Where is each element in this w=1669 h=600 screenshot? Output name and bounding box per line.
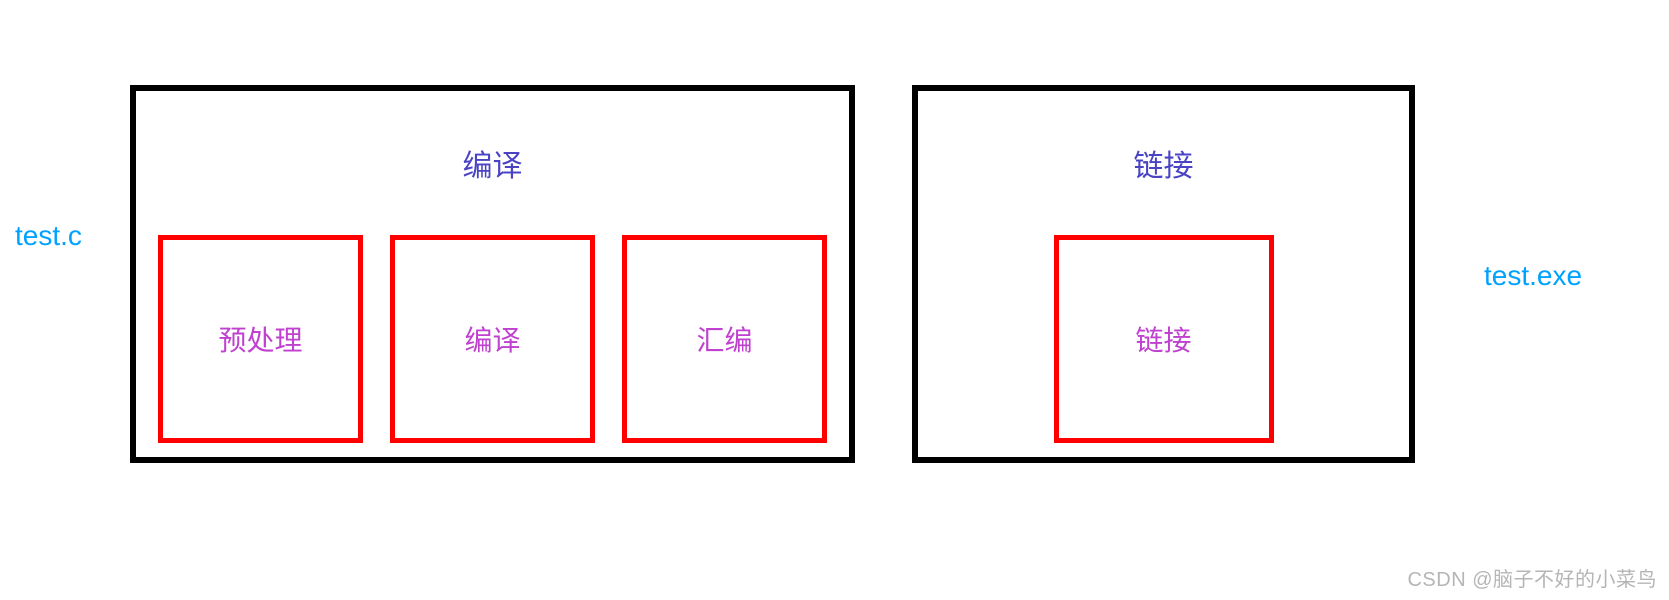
- link-title: 链接: [918, 141, 1409, 185]
- compile-title: 编译: [136, 141, 849, 185]
- stage-compile: 编译: [390, 235, 595, 443]
- compile-phase-container: 编译 预处理 编译 汇编: [130, 85, 855, 463]
- watermark-text: CSDN @脑子不好的小菜鸟: [1407, 563, 1657, 592]
- input-file-label: test.c: [15, 220, 82, 252]
- output-file-label: test.exe: [1484, 260, 1582, 292]
- link-phase-container: 链接 链接: [912, 85, 1415, 463]
- stage-preprocess: 预处理: [158, 235, 363, 443]
- stage-assemble: 汇编: [622, 235, 827, 443]
- compile-stages-row: 预处理 编译 汇编: [136, 235, 849, 443]
- stage-link: 链接: [1054, 235, 1274, 443]
